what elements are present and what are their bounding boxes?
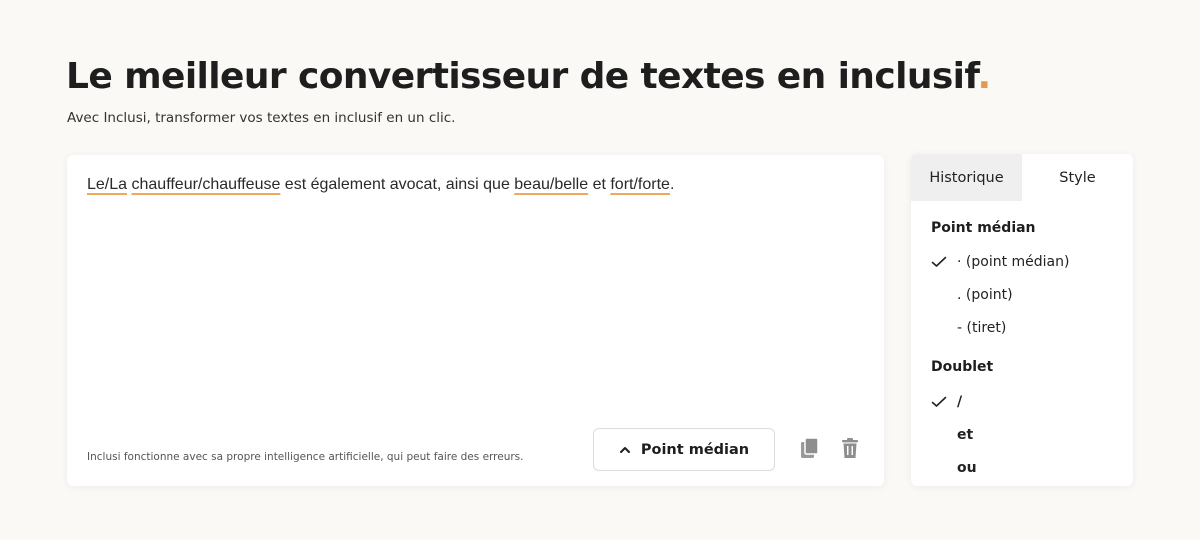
- option-label: · (point médian): [957, 254, 1070, 270]
- delete-button[interactable]: [837, 437, 863, 463]
- page-subtitle: Avec Inclusi, transformer vos textes en …: [67, 110, 456, 126]
- chevron-up-icon: [619, 444, 631, 456]
- option-et[interactable]: et: [931, 424, 1121, 446]
- style-panel: Historique Style Point médian · (point m…: [911, 154, 1133, 486]
- editor-text-segment: est également avocat, ainsi que: [280, 176, 515, 193]
- check-icon: [931, 256, 957, 268]
- editor-card: Le/La chauffeur/chauffeuse est également…: [67, 155, 884, 486]
- option-ou[interactable]: ou: [931, 457, 1121, 479]
- section-title-doublet: Doublet: [931, 359, 994, 375]
- option-label: . (point): [957, 287, 1013, 303]
- option-label: /: [957, 394, 963, 410]
- inclusive-suggestion[interactable]: beau/belle: [514, 176, 588, 193]
- copy-icon: [799, 436, 821, 464]
- inclusive-suggestion[interactable]: Le/La: [87, 176, 127, 193]
- option-label: - (tiret): [957, 320, 1007, 336]
- option-point[interactable]: . (point): [931, 284, 1121, 306]
- page-title-dot: .: [977, 56, 992, 97]
- editor-text-segment: et: [588, 176, 611, 193]
- editor-text-area[interactable]: Le/La chauffeur/chauffeuse est également…: [87, 173, 857, 197]
- option-point-median[interactable]: · (point médian): [931, 251, 1121, 273]
- page-title-text: Le meilleur convertisseur de textes en i…: [66, 56, 978, 97]
- style-toggle-button[interactable]: Point médian: [593, 428, 775, 471]
- ai-disclaimer: Inclusi fonctionne avec sa propre intell…: [87, 451, 524, 463]
- inclusive-suggestion[interactable]: chauffeur/chauffeuse: [132, 176, 281, 193]
- check-icon: [931, 396, 957, 408]
- copy-button[interactable]: [797, 437, 823, 463]
- option-slash[interactable]: /: [931, 391, 1121, 413]
- panel-tabs: Historique Style: [911, 154, 1133, 201]
- tab-historique[interactable]: Historique: [911, 154, 1022, 201]
- style-toggle-label: Point médian: [640, 441, 750, 458]
- option-tiret[interactable]: - (tiret): [931, 317, 1121, 339]
- page-title: Le meilleur convertisseur de textes en i…: [66, 52, 991, 102]
- tab-style[interactable]: Style: [1022, 154, 1133, 201]
- option-label: et: [957, 427, 974, 443]
- section-title-point-median: Point médian: [931, 220, 1036, 236]
- editor-text-segment: .: [669, 176, 675, 193]
- trash-icon: [840, 437, 860, 463]
- inclusive-suggestion[interactable]: fort/forte: [610, 176, 670, 193]
- option-label: ou: [957, 460, 977, 476]
